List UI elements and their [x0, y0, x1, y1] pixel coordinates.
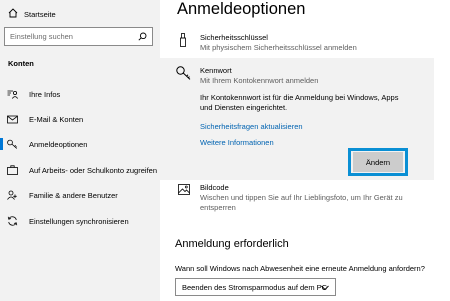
picture-password-subtitle-line1: Wischen und tippen Sie auf Ihr Lieblings… — [200, 193, 403, 202]
sidebar-item-your-info[interactable]: Ihre Infos — [0, 87, 160, 101]
sidebar-item-label: E-Mail & Konten — [29, 114, 84, 124]
update-security-questions-link[interactable]: Sicherheitsfragen aktualisieren — [200, 122, 303, 131]
sidebar-section-title: Konten — [8, 59, 34, 68]
password-description-line2: und Diensten eingerichtet. — [200, 103, 288, 112]
sidebar-item-label: Familie & andere Benutzer — [29, 190, 118, 200]
sidebar-item-label: Auf Arbeits- oder Schulkonto zugreifen — [29, 165, 157, 175]
search-placeholder: Einstellung suchen — [10, 32, 73, 41]
search-icon[interactable] — [138, 32, 147, 43]
person-card-icon — [7, 90, 21, 99]
home-icon — [8, 8, 18, 20]
sidebar-item-label: Anmeldeoptionen — [29, 139, 88, 149]
search-input[interactable]: Einstellung suchen — [4, 27, 153, 46]
signin-required-dropdown[interactable]: Beenden des Stromsparmodus auf dem PC — [175, 278, 336, 296]
usb-key-icon — [179, 33, 187, 49]
sidebar-item-label: Einstellungen synchronisieren — [29, 216, 129, 226]
mail-icon — [7, 115, 21, 124]
change-password-button[interactable]: Ändern — [353, 152, 403, 172]
home-link[interactable]: Startseite — [8, 8, 56, 20]
sidebar-item-work-school[interactable]: Auf Arbeits- oder Schulkonto zugreifen — [0, 163, 160, 177]
sidebar-item-email-accounts[interactable]: E-Mail & Konten — [0, 112, 160, 126]
sidebar-item-family[interactable]: Familie & andere Benutzer — [0, 188, 160, 202]
picture-password-subtitle-line2: entsperren — [200, 203, 236, 212]
security-key-title: Sicherheitsschlüssel — [200, 33, 268, 42]
sidebar-item-sign-in-options[interactable]: Anmeldeoptionen — [0, 137, 160, 151]
page-title: Anmeldeoptionen — [177, 0, 306, 18]
signin-required-heading: Anmeldung erforderlich — [175, 238, 289, 250]
dropdown-selected-value: Beenden des Stromsparmodus auf dem PC — [182, 282, 328, 292]
password-description-line1: Ihr Kontokennwort ist für die Anmeldung … — [200, 93, 399, 102]
picture-icon — [178, 184, 190, 197]
password-title: Kennwort — [200, 66, 232, 75]
home-label: Startseite — [24, 9, 56, 19]
people-icon — [7, 190, 21, 200]
security-key-subtitle: Mit physischem Sicherheitsschlüssel anme… — [200, 43, 357, 52]
main-content: Anmeldeoptionen Sicherheitsschlüssel Mit… — [160, 0, 450, 301]
password-subtitle: Mit Ihrem Kontokennwort anmelden — [200, 76, 319, 85]
picture-password-title: Bildcode — [200, 183, 229, 192]
briefcase-icon — [7, 165, 21, 175]
chevron-down-icon — [321, 284, 329, 293]
sidebar: Startseite Einstellung suchen Konten Ihr… — [0, 0, 160, 301]
more-info-link[interactable]: Weitere Informationen — [200, 138, 274, 147]
signin-required-question: Wann soll Windows nach Abwesenheit eine … — [175, 264, 425, 273]
sidebar-item-sync[interactable]: Einstellungen synchronisieren — [0, 214, 160, 228]
key-icon — [176, 66, 191, 82]
sync-icon — [7, 216, 21, 226]
key-icon — [7, 139, 21, 149]
sidebar-item-label: Ihre Infos — [29, 89, 61, 99]
